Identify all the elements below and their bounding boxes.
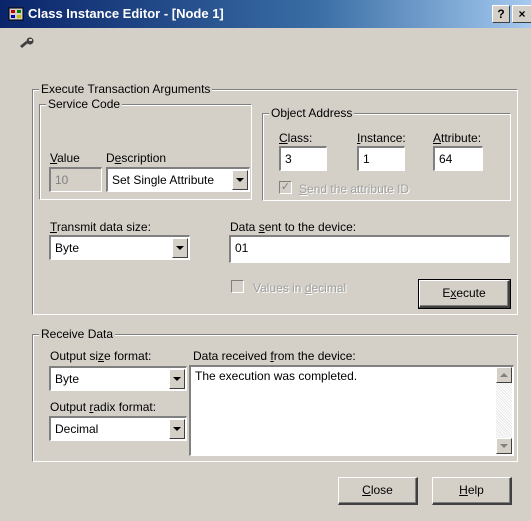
- class-input[interactable]: 3: [279, 146, 327, 171]
- description-label: Description: [106, 151, 167, 165]
- output-radix-arrow[interactable]: [169, 419, 185, 439]
- values-decimal-label: Values in decimal: [253, 281, 347, 295]
- chevron-down-icon: [500, 444, 508, 448]
- window-title: Class Instance Editor - [Node 1]: [28, 6, 224, 21]
- data-sent-label: Data sent to the device:: [230, 220, 357, 234]
- help-button[interactable]: Help: [432, 477, 512, 505]
- transmit-size-label: Transmit data size:: [50, 220, 151, 234]
- wrench-icon[interactable]: [18, 37, 36, 51]
- title-close-button[interactable]: ×: [512, 5, 531, 23]
- execute-group-label: Execute Transaction Arguments: [39, 82, 213, 96]
- transmit-size-dropdown[interactable]: Byte: [49, 235, 190, 260]
- chevron-down-icon: [236, 178, 244, 182]
- app-icon: [8, 7, 24, 21]
- output-size-dropdown[interactable]: Byte: [49, 366, 187, 391]
- values-decimal-checkbox[interactable]: [231, 280, 244, 293]
- instance-input[interactable]: 1: [357, 146, 405, 171]
- transmit-size-arrow[interactable]: [172, 238, 188, 258]
- chevron-down-icon: [173, 427, 181, 431]
- description-dropdown[interactable]: Set Single Attribute: [106, 167, 250, 192]
- attribute-input[interactable]: 64: [433, 146, 483, 171]
- chevron-down-icon: [173, 377, 181, 381]
- send-attribute-checkbox[interactable]: ✓: [279, 181, 292, 194]
- data-received-text: The execution was completed.: [195, 369, 358, 383]
- output-size-arrow[interactable]: [169, 369, 185, 389]
- class-instance-editor-window: Class Instance Editor - [Node 1] ? × Exe…: [0, 0, 531, 521]
- output-size-value: Byte: [55, 372, 80, 386]
- output-size-label: Output size format:: [50, 349, 152, 363]
- instance-label: Instance:: [357, 131, 406, 145]
- data-sent-input[interactable]: 01: [229, 235, 510, 263]
- object-address-label: Object Address: [269, 106, 355, 120]
- chevron-down-icon: [176, 246, 184, 250]
- scroll-down-button[interactable]: [496, 438, 512, 454]
- description-dropdown-arrow[interactable]: [232, 170, 248, 190]
- class-label: Class:: [279, 131, 313, 145]
- data-received-label: Data received from the device:: [193, 349, 356, 363]
- service-value-field: 10: [49, 167, 102, 192]
- description-value: Set Single Attribute: [112, 173, 215, 187]
- send-attribute-label: Send the attribute ID: [299, 182, 410, 196]
- attribute-label: Attribute:: [433, 131, 482, 145]
- receive-group-label: Receive Data: [39, 327, 116, 341]
- data-received-output[interactable]: The execution was completed.: [189, 365, 514, 456]
- close-button[interactable]: Close: [338, 477, 418, 505]
- output-radix-label: Output radix format:: [50, 400, 157, 414]
- value-label: Value: [50, 151, 80, 165]
- service-code-label: Service Code: [46, 97, 123, 111]
- output-radix-dropdown[interactable]: Decimal: [49, 416, 187, 441]
- scroll-up-button[interactable]: [496, 367, 512, 383]
- title-help-button[interactable]: ?: [492, 5, 510, 23]
- transmit-size-value: Byte: [55, 241, 80, 255]
- output-radix-value: Decimal: [55, 422, 99, 436]
- data-received-scrollbar[interactable]: [496, 367, 512, 454]
- execute-button[interactable]: Execute: [418, 279, 511, 309]
- chevron-up-icon: [500, 373, 508, 377]
- title-bar: Class Instance Editor - [Node 1] ? ×: [0, 0, 531, 28]
